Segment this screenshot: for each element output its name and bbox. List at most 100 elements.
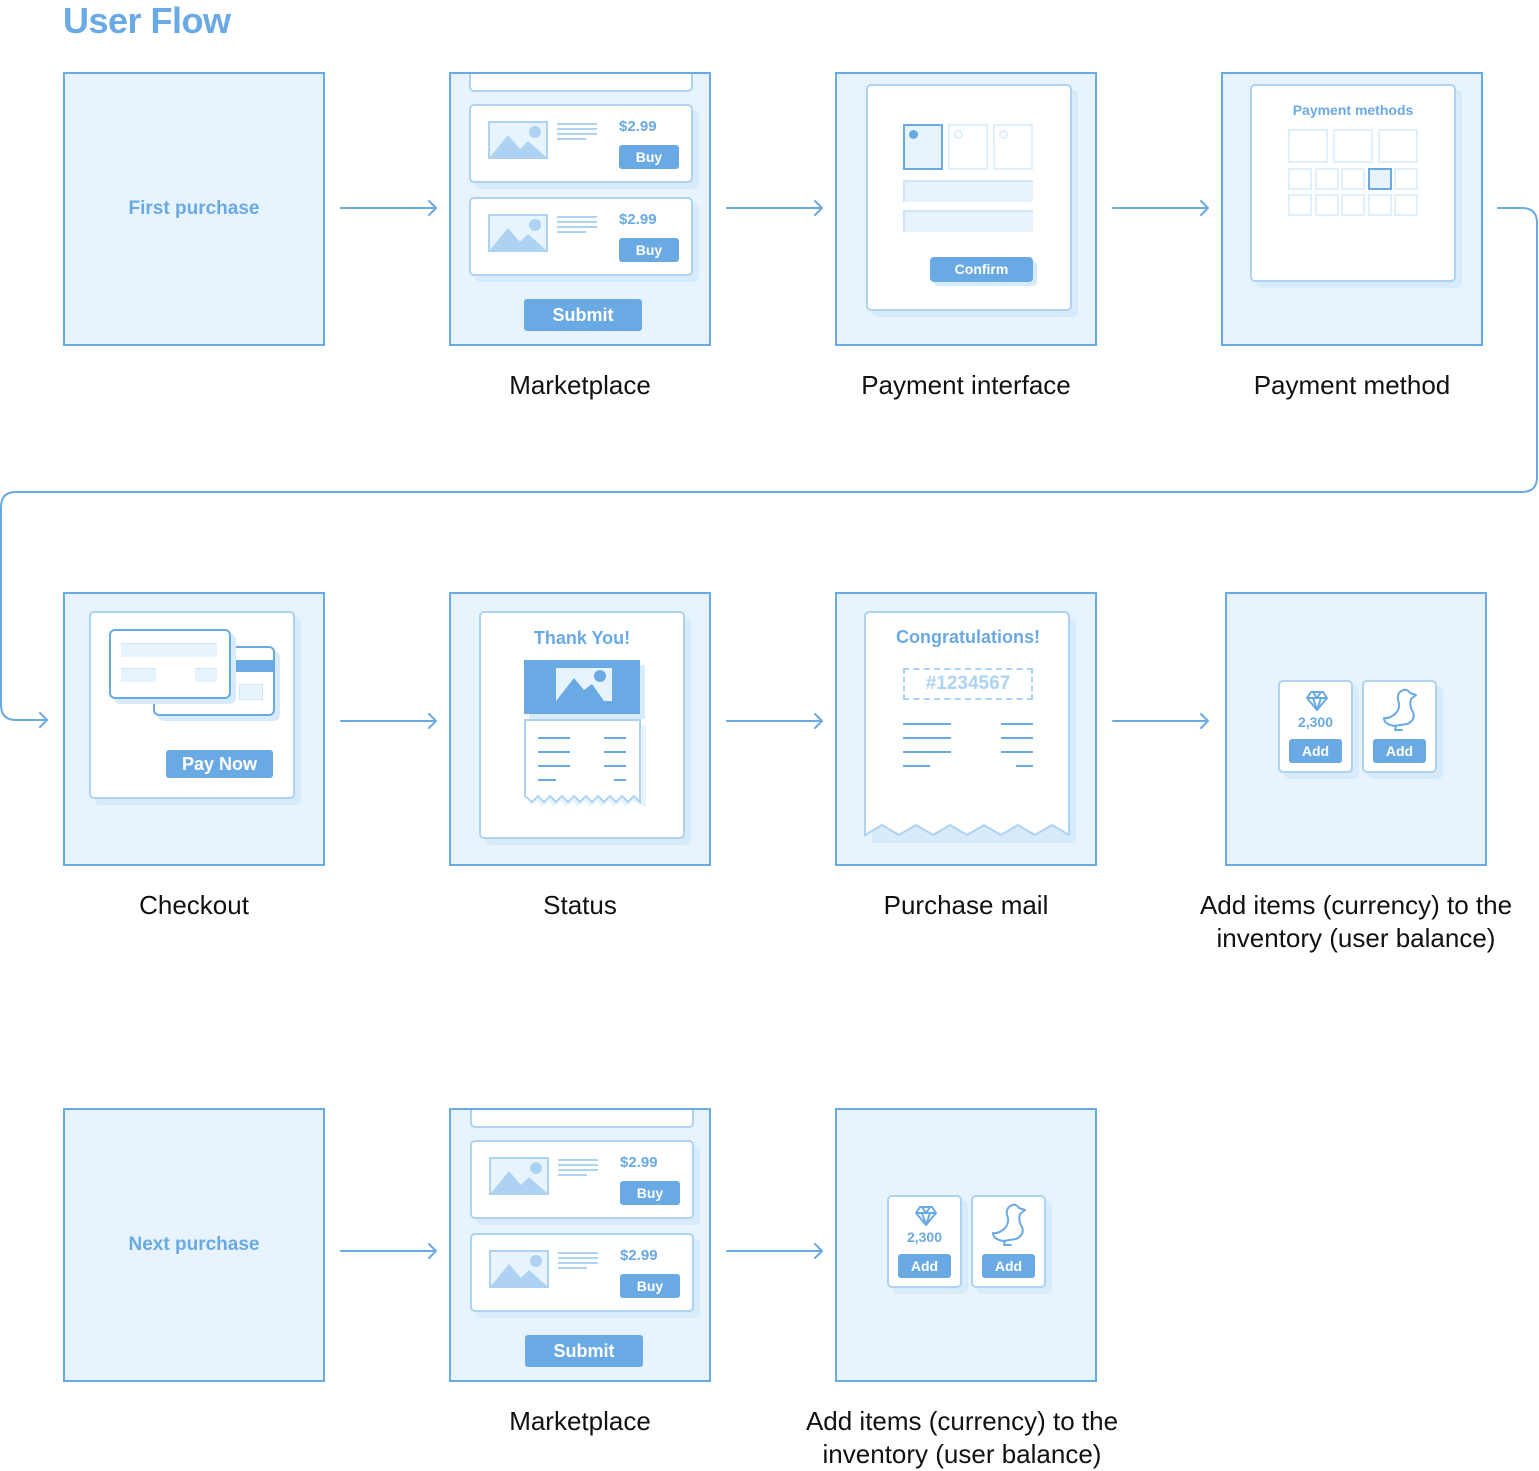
arrow-1 — [340, 200, 437, 216]
buy-button[interactable]: Buy — [619, 238, 679, 262]
duck-item-card: Add — [1362, 680, 1437, 773]
method-tile[interactable] — [1288, 168, 1312, 190]
payment-methods-heading: Payment methods — [1292, 102, 1414, 118]
product-card: $2.99 Buy — [469, 104, 693, 183]
payment-method-caption: Payment method — [1253, 370, 1451, 400]
image-placeholder-icon — [489, 1250, 549, 1288]
status-card: Thank You! — [479, 611, 685, 839]
checkout-caption: Checkout — [139, 890, 249, 920]
pay-now-button[interactable]: Pay Now — [166, 750, 273, 778]
price: $2.99 — [619, 118, 657, 135]
add-items-caption-2: Add items (currency) to the inventory (u… — [762, 1405, 1162, 1471]
product-card: $2.99 Buy — [470, 1233, 694, 1312]
diamond-icon — [1306, 691, 1328, 711]
confirm-button[interactable]: Confirm — [930, 257, 1033, 282]
submit-button[interactable]: Submit — [524, 299, 642, 331]
gem-amount: 2,300 — [1297, 714, 1334, 730]
duck-item-card: Add — [971, 1195, 1046, 1288]
method-tile[interactable] — [1394, 194, 1418, 216]
add-items-frame-2[interactable]: 2,300 Add Add — [835, 1108, 1097, 1382]
radio-icon — [999, 130, 1008, 139]
price: $2.99 — [619, 211, 657, 228]
product-card-partial — [470, 1110, 694, 1128]
arrow-4 — [340, 713, 437, 729]
product-card: $2.99 Buy — [470, 1140, 694, 1219]
method-tile[interactable] — [1288, 129, 1328, 163]
checkout-frame[interactable]: Pay Now — [63, 592, 325, 866]
first-purchase-label: First purchase — [128, 198, 260, 219]
receipt-icon — [524, 719, 646, 807]
first-purchase-frame[interactable]: First purchase — [63, 72, 325, 346]
diamond-icon — [915, 1206, 937, 1226]
arrow-3 — [1112, 200, 1209, 216]
radio-selected-icon — [909, 130, 918, 139]
radio-icon — [954, 130, 963, 139]
page-title: User Flow — [63, 0, 231, 41]
payment-methods-card: Payment methods — [1250, 84, 1456, 282]
status-caption: Status — [543, 890, 617, 920]
method-tile[interactable] — [1378, 129, 1418, 163]
add-gems-button[interactable]: Add — [1289, 739, 1342, 763]
marketplace-caption: Marketplace — [509, 370, 651, 400]
add-items-caption-line1: Add items (currency) to the — [805, 1406, 1119, 1436]
buy-button[interactable]: Buy — [620, 1181, 680, 1205]
method-tile[interactable] — [1394, 168, 1418, 190]
payment-method-frame[interactable]: Payment methods — [1221, 72, 1483, 346]
method-tile[interactable] — [1368, 194, 1392, 216]
status-frame[interactable]: Thank You! — [449, 592, 711, 866]
duck-icon — [1383, 688, 1417, 731]
marketplace-frame-2[interactable]: $2.99 Buy $2.99 Buy Submit — [449, 1108, 711, 1382]
product-card-partial — [469, 74, 693, 92]
payment-interface-frame[interactable]: Confirm — [835, 72, 1097, 346]
add-items-caption-line2: inventory (user balance) — [822, 1439, 1102, 1469]
price: $2.99 — [620, 1247, 658, 1264]
checkout-card: Pay Now — [89, 611, 295, 799]
payment-option[interactable] — [993, 124, 1033, 170]
method-tile[interactable] — [1341, 168, 1365, 190]
image-placeholder-icon — [488, 214, 548, 252]
arrow-2 — [726, 200, 823, 216]
gem-item-card: 2,300 Add — [887, 1195, 962, 1288]
buy-button[interactable]: Buy — [619, 145, 679, 169]
marketplace-caption-2: Marketplace — [509, 1406, 651, 1436]
thank-you-heading: Thank You! — [533, 628, 631, 648]
add-items-caption-line2: inventory (user balance) — [1216, 923, 1496, 953]
add-items-caption-line1: Add items (currency) to the — [1199, 890, 1513, 920]
input-field[interactable] — [903, 210, 1033, 232]
duck-icon — [992, 1203, 1026, 1246]
product-card: $2.99 Buy — [469, 197, 693, 276]
method-tile[interactable] — [1341, 194, 1365, 216]
image-placeholder-icon — [488, 121, 548, 159]
gem-item-card: 2,300 Add — [1278, 680, 1353, 773]
method-tile[interactable] — [1333, 129, 1373, 163]
order-number: #1234567 — [903, 668, 1033, 700]
marketplace-frame[interactable]: $2.99 Buy $2.99 Buy Submit — [449, 72, 711, 346]
method-tile-selected[interactable] — [1368, 168, 1392, 190]
payment-option-selected[interactable] — [903, 124, 943, 170]
payment-option[interactable] — [948, 124, 988, 170]
buy-button[interactable]: Buy — [620, 1274, 680, 1298]
input-field[interactable] — [903, 180, 1033, 202]
add-duck-button[interactable]: Add — [982, 1254, 1035, 1278]
add-gems-button[interactable]: Add — [898, 1254, 951, 1278]
arrow-7 — [340, 1243, 437, 1259]
arrow-5 — [726, 713, 823, 729]
credit-card-icon — [109, 629, 231, 699]
payment-interface-caption: Payment interface — [861, 370, 1071, 400]
purchase-mail-frame[interactable]: Congratulations! #1234567 — [835, 592, 1097, 866]
method-tile[interactable] — [1315, 194, 1339, 216]
congratulations-heading: Congratulations! — [896, 627, 1040, 647]
add-items-caption: Add items (currency) to the inventory (u… — [1156, 889, 1539, 955]
add-items-frame[interactable]: 2,300 Add Add — [1225, 592, 1487, 866]
next-purchase-label: Next purchase — [128, 1234, 260, 1255]
arrow-6 — [1112, 713, 1209, 729]
submit-button[interactable]: Submit — [525, 1335, 643, 1367]
method-tile[interactable] — [1288, 194, 1312, 216]
price: $2.99 — [620, 1154, 658, 1171]
banner-image-icon — [524, 660, 640, 714]
arrow-8 — [726, 1243, 823, 1259]
method-tile[interactable] — [1315, 168, 1339, 190]
next-purchase-frame[interactable]: Next purchase — [63, 1108, 325, 1382]
add-duck-button[interactable]: Add — [1373, 739, 1426, 763]
image-placeholder-icon — [489, 1157, 549, 1195]
